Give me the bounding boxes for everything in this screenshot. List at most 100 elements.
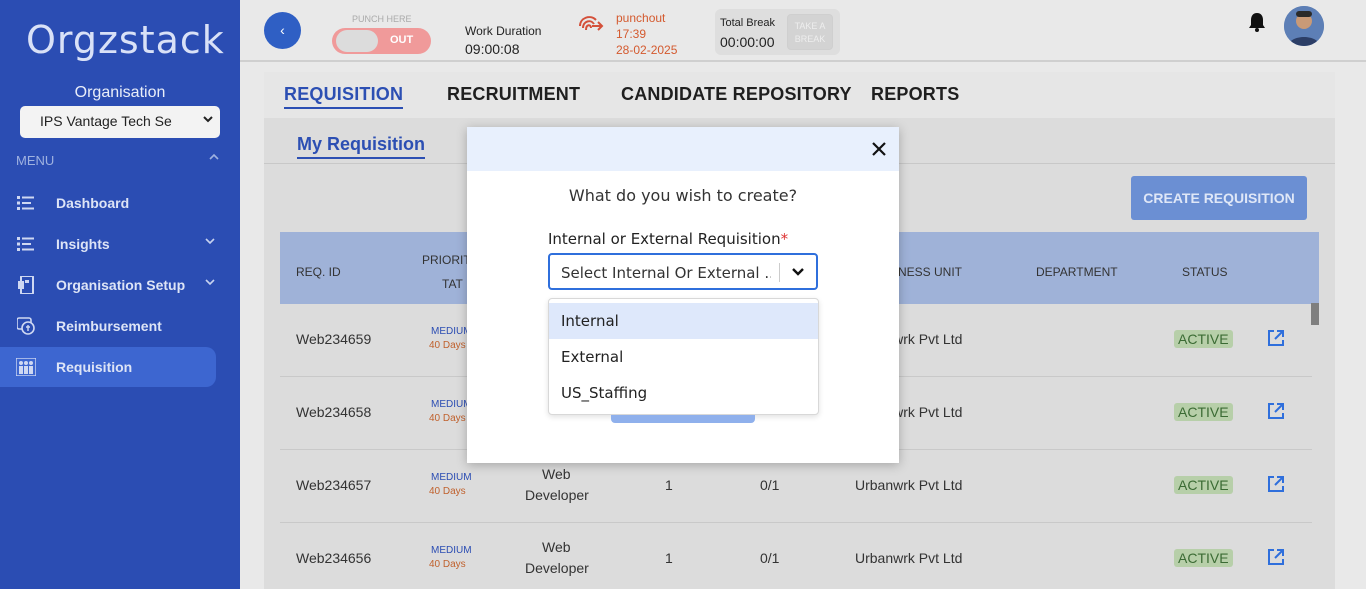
business-unit: Urbanwrk Pvt Ltd <box>855 477 963 493</box>
organisation-select-value: IPS Vantage Tech Se <box>40 113 172 129</box>
tat-value: 40 Days <box>429 413 466 424</box>
sidebar-item-organisation-setup[interactable]: Organisation Setup <box>0 265 216 305</box>
create-dialog: What do you wish to create? Internal or … <box>467 127 899 463</box>
filled: 0/1 <box>760 550 780 566</box>
tat-value: 40 Days <box>429 340 466 351</box>
role-line-2: Developer <box>525 487 589 503</box>
tat-value: 40 Days <box>429 559 466 570</box>
sidebar-item-insights[interactable]: Insights <box>0 224 216 264</box>
priority-badge: MEDIUM <box>431 472 472 483</box>
priority-badge: MEDIUM <box>431 326 472 337</box>
status-badge: ACTIVE <box>1174 549 1233 567</box>
sidebar-item-label: Reimbursement <box>56 318 162 334</box>
dialog-question: What do you wish to create? <box>568 186 798 205</box>
open-external-icon[interactable] <box>1267 329 1285 350</box>
list-icon <box>16 235 36 253</box>
req-id: Web234658 <box>296 404 372 420</box>
open-external-icon[interactable] <box>1267 548 1285 569</box>
app-logo: Orgzstack <box>26 18 225 62</box>
building-icon <box>16 276 36 294</box>
tab-reports[interactable]: REPORTS <box>871 84 959 105</box>
option-us-staffing[interactable]: US_Staffing <box>549 375 818 411</box>
top-bar: ‹ PUNCH HERE OUT Work Duration 09:00:08 … <box>240 0 1366 62</box>
tab-bar: REQUISITION RECRUITMENT CANDIDATE REPOSI… <box>264 72 1335 118</box>
sidebar-item-label: Organisation Setup <box>56 277 186 293</box>
chevron-down-icon <box>204 276 216 291</box>
requisition-type-label: Internal or External Requisition* <box>548 230 788 248</box>
option-external[interactable]: External <box>549 339 818 375</box>
sidebar-item-label: Insights <box>56 236 110 252</box>
create-requisition-button[interactable]: CREATE REQUISITION <box>1131 176 1307 220</box>
take-break-button[interactable]: TAKE A BREAK <box>787 14 833 50</box>
scrollbar-thumb[interactable] <box>1311 303 1319 325</box>
status-badge: ACTIVE <box>1174 330 1233 348</box>
punch-here-label: PUNCH HERE <box>352 14 412 24</box>
organisation-select[interactable]: IPS Vantage Tech Se <box>20 106 220 138</box>
option-internal[interactable]: Internal <box>549 303 818 339</box>
work-duration-label: Work Duration <box>465 24 542 38</box>
role-line-1: Web <box>542 539 571 555</box>
chevron-down-icon <box>204 235 216 250</box>
reimbursement-icon <box>16 317 36 335</box>
table-row[interactable]: Web234656 MEDIUM 40 Days Web Developer 1… <box>280 523 1312 589</box>
business-unit: Urbanwrk Pvt Ltd <box>855 550 963 566</box>
chevron-up-icon[interactable] <box>208 150 220 166</box>
chevron-down-icon[interactable] <box>790 265 806 284</box>
open-external-icon[interactable] <box>1267 475 1285 496</box>
total-break-panel: Total Break 00:00:00 TAKE A BREAK <box>715 9 840 55</box>
requisition-type-options: Internal External US_Staffing <box>548 298 819 415</box>
sidebar-item-label: Dashboard <box>56 195 130 211</box>
open-external-icon[interactable] <box>1267 402 1285 423</box>
column-header-status: STATUS <box>1182 265 1228 279</box>
sidebar: Orgzstack Organisation IPS Vantage Tech … <box>0 0 240 589</box>
sidebar-item-dashboard[interactable]: Dashboard <box>0 183 216 223</box>
positions: 1 <box>665 477 673 493</box>
work-duration-value: 09:00:08 <box>465 41 520 57</box>
status-badge: ACTIVE <box>1174 403 1233 421</box>
punch-state: OUT <box>390 34 414 46</box>
select-separator <box>779 263 780 282</box>
toggle-knob <box>336 30 378 52</box>
column-header-req-id: REQ. ID <box>296 265 341 279</box>
requisition-type-select[interactable]: Select Internal Or External ... <box>548 253 818 290</box>
collapse-sidebar-button[interactable]: ‹ <box>264 12 301 49</box>
punchout-date: 28-02-2025 <box>616 43 678 57</box>
menu-label: MENU <box>16 153 55 168</box>
dialog-header <box>467 127 899 171</box>
fingerprint-icon <box>576 12 604 44</box>
sidebar-item-requisition[interactable]: Requisition <box>0 347 216 387</box>
punch-toggle[interactable]: OUT <box>332 28 431 54</box>
filled: 0/1 <box>760 477 780 493</box>
tab-recruitment[interactable]: RECRUITMENT <box>447 84 580 105</box>
role-line-2: Developer <box>525 560 589 576</box>
submit-button[interactable] <box>611 415 755 423</box>
list-icon <box>16 194 36 212</box>
req-id: Web234657 <box>296 477 372 493</box>
req-id: Web234659 <box>296 331 372 347</box>
req-id: Web234656 <box>296 550 372 566</box>
bell-icon[interactable] <box>1248 12 1266 37</box>
avatar[interactable] <box>1284 6 1324 46</box>
chevron-down-icon <box>202 112 214 128</box>
role-line-1: Web <box>542 466 571 482</box>
column-header-tat: TAT <box>442 277 463 291</box>
punchout-label: punchout <box>616 11 666 25</box>
positions: 1 <box>665 550 673 566</box>
required-mark: * <box>780 230 789 248</box>
priority-badge: MEDIUM <box>431 545 472 556</box>
subtab-my-requisition[interactable]: My Requisition <box>297 134 426 159</box>
people-icon <box>16 358 36 376</box>
punchout-time: 17:39 <box>616 27 647 41</box>
tat-value: 40 Days <box>429 486 466 497</box>
sidebar-item-label: Requisition <box>56 359 133 375</box>
total-break-value: 00:00:00 <box>720 34 775 50</box>
total-break-label: Total Break <box>720 17 776 29</box>
field-label-text: Internal or External Requisition <box>548 230 781 248</box>
tab-candidate-repository[interactable]: CANDIDATE REPOSITORY <box>621 84 852 105</box>
sidebar-item-reimbursement[interactable]: Reimbursement <box>0 306 216 346</box>
tab-requisition[interactable]: REQUISITION <box>284 84 404 109</box>
column-header-department: DEPARTMENT <box>1036 265 1118 279</box>
close-icon[interactable] <box>870 140 888 158</box>
status-badge: ACTIVE <box>1174 476 1233 494</box>
select-placeholder: Select Internal Or External ... <box>561 264 771 282</box>
